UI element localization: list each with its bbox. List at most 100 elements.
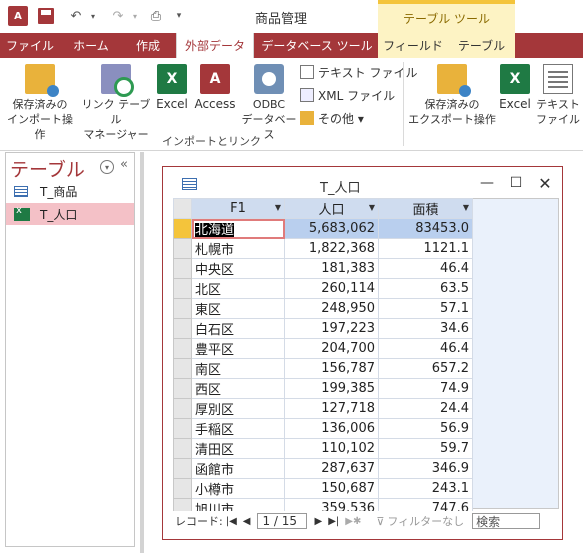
cell-f1[interactable]: 南区 xyxy=(191,358,285,379)
cell-f1[interactable]: 北区 xyxy=(191,278,285,299)
new-record-icon[interactable]: ▶✱ xyxy=(345,516,361,527)
cell-population[interactable]: 5,683,062 xyxy=(284,218,379,239)
table-row[interactable]: 豊平区 204,700 46.4 xyxy=(173,338,473,359)
cell-f1[interactable]: 厚別区 xyxy=(191,398,285,419)
cell-f1[interactable]: 西区 xyxy=(191,378,285,399)
maximize-icon[interactable]: ☐ xyxy=(506,173,526,193)
import-excel-button[interactable]: X Excel xyxy=(154,64,190,112)
cell-population[interactable]: 127,718 xyxy=(284,398,379,419)
cell-f1[interactable]: 小樽市 xyxy=(191,478,285,499)
row-selector[interactable] xyxy=(173,418,192,439)
first-record-icon[interactable]: |◀ xyxy=(226,516,237,527)
cell-population[interactable]: 197,223 xyxy=(284,318,379,339)
cell-area[interactable]: 346.9 xyxy=(378,458,473,479)
table-row[interactable]: 小樽市 150,687 243.1 xyxy=(173,478,473,499)
row-selector[interactable] xyxy=(173,458,192,479)
row-selector[interactable] xyxy=(173,338,192,359)
tab-file[interactable]: ファイル xyxy=(0,33,60,58)
row-selector[interactable] xyxy=(173,218,192,239)
cell-population[interactable]: 204,700 xyxy=(284,338,379,359)
redo-icon[interactable]: ↷ xyxy=(108,6,128,26)
cell-area[interactable]: 83453.0 xyxy=(378,218,473,239)
cell-area[interactable]: 46.4 xyxy=(378,338,473,359)
cell-area[interactable]: 46.4 xyxy=(378,258,473,279)
odbc-database-button[interactable]: ODBC データベース xyxy=(238,64,300,142)
column-dropdown-icon[interactable]: ▼ xyxy=(275,203,281,212)
cell-area[interactable]: 59.7 xyxy=(378,438,473,459)
tab-home[interactable]: ホーム xyxy=(62,33,120,58)
column-header-area[interactable]: 面積 ▼ xyxy=(378,198,473,219)
cell-area[interactable]: 74.9 xyxy=(378,378,473,399)
row-selector[interactable] xyxy=(173,238,192,259)
cell-population[interactable]: 181,383 xyxy=(284,258,379,279)
cell-population[interactable]: 1,822,368 xyxy=(284,238,379,259)
table-row[interactable]: 手稲区 136,006 56.9 xyxy=(173,418,473,439)
column-header-f1[interactable]: F1 ▼ xyxy=(191,198,285,219)
import-access-button[interactable]: A Access xyxy=(192,64,238,112)
tab-fields[interactable]: フィールド xyxy=(378,33,448,58)
saved-exports-button[interactable]: 保存済みの エクスポート操作 xyxy=(408,64,496,127)
nav-item-t-shohin[interactable]: T_商品 xyxy=(6,180,134,202)
cell-population[interactable]: 287,637 xyxy=(284,458,379,479)
table-row[interactable]: 白石区 197,223 34.6 xyxy=(173,318,473,339)
last-record-icon[interactable]: ▶| xyxy=(328,516,339,527)
tab-external-data[interactable]: 外部データ xyxy=(176,33,254,58)
row-selector[interactable] xyxy=(173,258,192,279)
cell-area[interactable]: 1121.1 xyxy=(378,238,473,259)
table-row[interactable]: 函館市 287,637 346.9 xyxy=(173,458,473,479)
table-row[interactable]: 厚別区 127,718 24.4 xyxy=(173,398,473,419)
customize-qat-icon[interactable]: ▾ xyxy=(174,6,184,26)
cell-f1[interactable]: 北海道 xyxy=(191,218,285,239)
nav-pane-menu-icon[interactable]: ▾ xyxy=(100,160,114,174)
tab-table[interactable]: テーブル xyxy=(448,33,515,58)
previous-record-icon[interactable]: ◀ xyxy=(243,516,251,527)
cell-area[interactable]: 56.9 xyxy=(378,418,473,439)
select-all-corner[interactable] xyxy=(173,198,192,219)
undo-dropdown-icon[interactable]: ▾ xyxy=(88,6,98,26)
cell-population[interactable]: 199,385 xyxy=(284,378,379,399)
row-selector[interactable] xyxy=(173,478,192,499)
table-row[interactable]: 北区 260,114 63.5 xyxy=(173,278,473,299)
cell-population[interactable]: 110,102 xyxy=(284,438,379,459)
row-selector[interactable] xyxy=(173,398,192,419)
import-more-button[interactable]: その他 ▾ xyxy=(300,109,364,127)
current-record-field[interactable]: 1 / 15 xyxy=(257,513,308,529)
access-app-icon[interactable]: A xyxy=(8,6,28,26)
row-selector[interactable] xyxy=(173,358,192,379)
undo-icon[interactable]: ↶ xyxy=(66,6,86,26)
cell-f1[interactable]: 清田区 xyxy=(191,438,285,459)
tab-database-tools[interactable]: データベース ツール xyxy=(256,33,378,58)
table-row[interactable]: 南区 156,787 657.2 xyxy=(173,358,473,379)
cell-f1[interactable]: 豊平区 xyxy=(191,338,285,359)
table-row[interactable]: 東区 248,950 57.1 xyxy=(173,298,473,319)
cell-f1[interactable]: 東区 xyxy=(191,298,285,319)
import-text-file-button[interactable]: テキスト ファイル xyxy=(300,63,417,81)
table-row[interactable]: 西区 199,385 74.9 xyxy=(173,378,473,399)
print-preview-icon[interactable]: ⎙ xyxy=(146,6,166,26)
export-text-file-button[interactable]: テキスト ファイル xyxy=(536,64,580,127)
nav-pane-collapse-icon[interactable]: « xyxy=(120,157,128,172)
column-dropdown-icon[interactable]: ▼ xyxy=(369,203,375,212)
table-row[interactable]: 札幌市 1,822,368 1121.1 xyxy=(173,238,473,259)
cell-f1[interactable]: 手稲区 xyxy=(191,418,285,439)
cell-population[interactable]: 150,687 xyxy=(284,478,379,499)
cell-f1[interactable]: 函館市 xyxy=(191,458,285,479)
minimize-icon[interactable]: — xyxy=(477,173,497,193)
save-icon[interactable] xyxy=(38,8,54,24)
tab-create[interactable]: 作成 xyxy=(122,33,174,58)
cell-area[interactable]: 243.1 xyxy=(378,478,473,499)
export-excel-button[interactable]: X Excel xyxy=(496,64,534,112)
saved-imports-button[interactable]: 保存済みの インポート操作 xyxy=(4,64,76,142)
row-selector[interactable] xyxy=(173,278,192,299)
table-row[interactable]: 北海道 5,683,062 83453.0 xyxy=(173,218,473,239)
nav-pane-title[interactable]: テーブル xyxy=(10,155,85,182)
row-selector[interactable] xyxy=(173,318,192,339)
redo-dropdown-icon[interactable]: ▾ xyxy=(130,6,140,26)
cell-f1[interactable]: 中央区 xyxy=(191,258,285,279)
table-row[interactable]: 清田区 110,102 59.7 xyxy=(173,438,473,459)
cell-area[interactable]: 57.1 xyxy=(378,298,473,319)
filter-status[interactable]: ⊽ フィルターなし xyxy=(376,513,464,529)
cell-population[interactable]: 260,114 xyxy=(284,278,379,299)
row-selector[interactable] xyxy=(173,378,192,399)
column-header-population[interactable]: 人口 ▼ xyxy=(284,198,379,219)
